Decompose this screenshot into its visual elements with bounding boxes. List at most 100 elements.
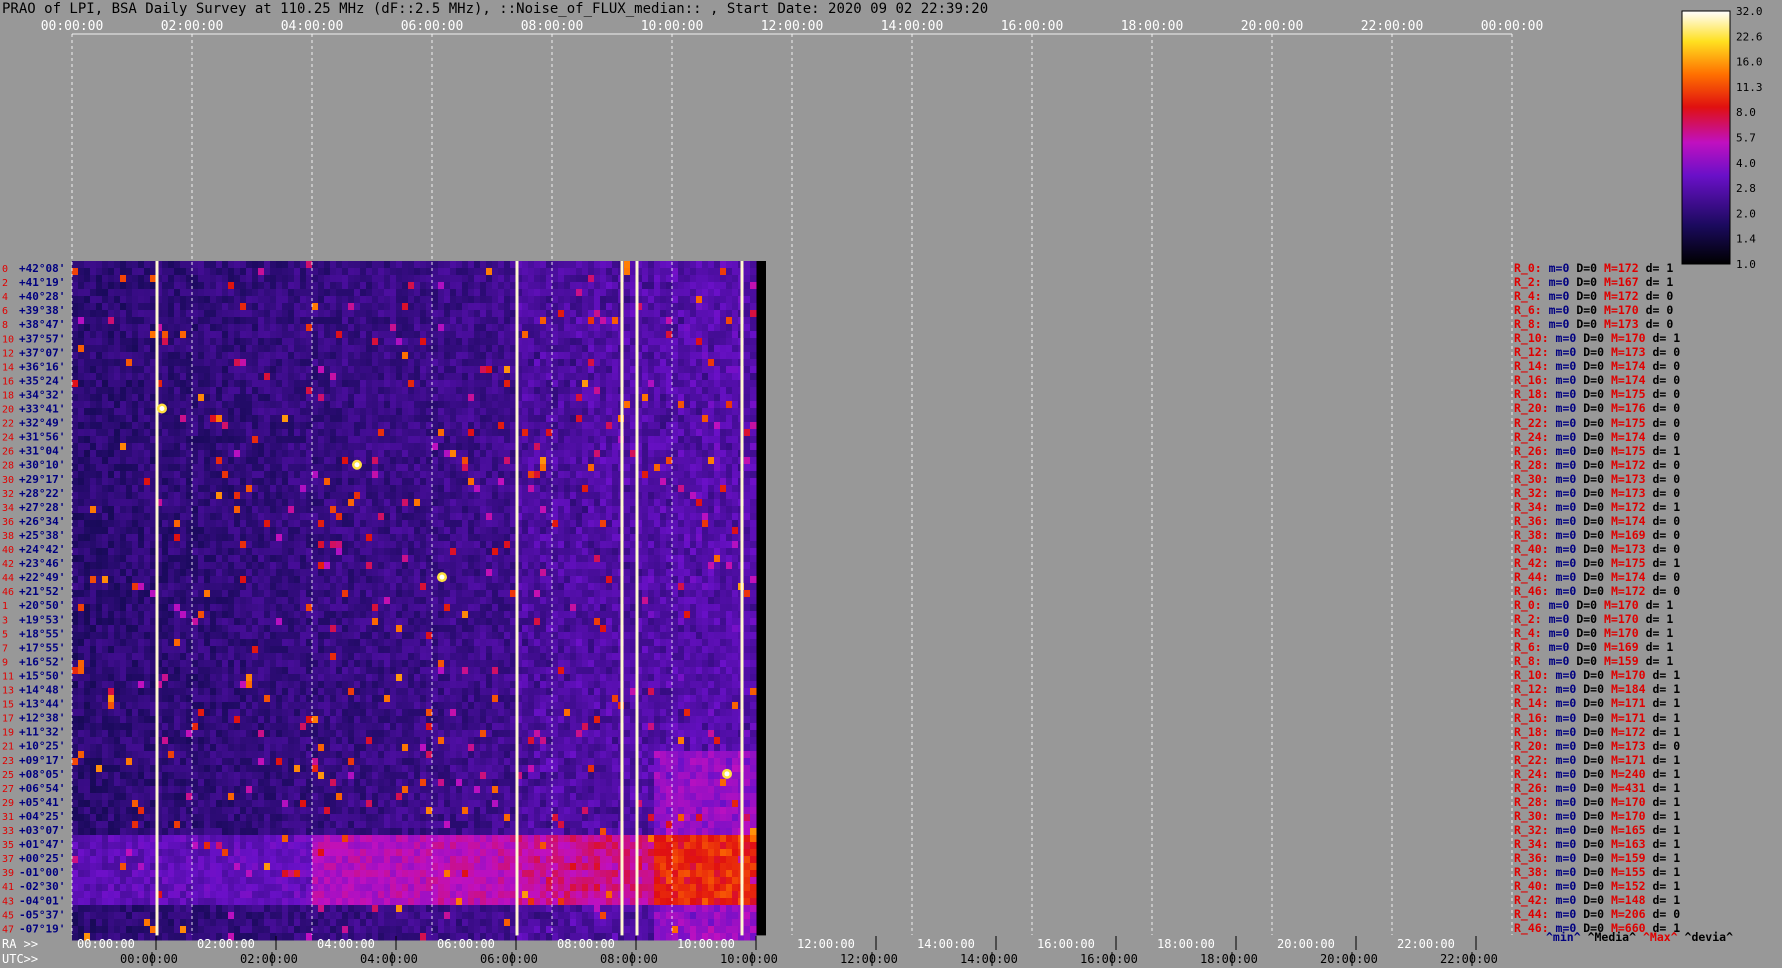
heatmap-cell — [90, 891, 97, 899]
heatmap-cell — [372, 800, 379, 808]
heatmap-cell — [360, 282, 367, 290]
heatmap-cell — [210, 723, 217, 731]
heatmap-cell — [162, 464, 169, 472]
heatmap-cell — [108, 485, 115, 493]
heatmap-cell — [270, 555, 277, 563]
heatmap-cell — [210, 737, 217, 745]
heatmap-cell — [132, 905, 139, 913]
heatmap-cell — [96, 303, 103, 311]
heatmap-cell — [126, 891, 133, 899]
heatmap-cell — [300, 310, 307, 318]
heatmap-cell — [360, 737, 367, 745]
heatmap-cell — [192, 296, 199, 304]
heatmap-cell — [312, 590, 319, 598]
heatmap-cell — [252, 275, 259, 283]
heatmap-cell — [312, 562, 319, 570]
heatmap-cell — [210, 569, 217, 577]
heatmap-cell — [204, 261, 211, 269]
heatmap-cell — [300, 688, 307, 696]
heatmap-cell — [336, 779, 343, 787]
heatmap-cell — [72, 737, 79, 745]
heatmap-cell — [72, 695, 79, 703]
heatmap-cell — [168, 828, 175, 836]
heatmap-cell — [252, 303, 259, 311]
heatmap-cell — [288, 394, 295, 402]
heatmap-cell — [324, 471, 331, 479]
heatmap-cell — [96, 408, 103, 416]
heatmap-cell — [276, 604, 283, 612]
heatmap-cell — [234, 919, 241, 927]
heatmap-cell — [270, 639, 277, 647]
heatmap-cell — [198, 856, 205, 864]
heatmap-cell — [132, 772, 139, 780]
heatmap-cell — [168, 541, 175, 549]
heatmap-cell — [90, 877, 97, 885]
heatmap-cell — [318, 401, 325, 409]
heatmap-cell — [360, 296, 367, 304]
heatmap-cell — [78, 485, 85, 493]
heatmap-cell — [180, 387, 187, 395]
heatmap-cell — [264, 478, 271, 486]
heatmap-cell — [324, 464, 331, 472]
heatmap-cell — [240, 828, 247, 836]
heatmap-cell — [84, 520, 91, 528]
heatmap-cell — [282, 366, 289, 374]
heatmap-cell — [282, 653, 289, 661]
heatmap-cell — [372, 275, 379, 283]
heatmap-cell — [228, 597, 235, 605]
heatmap-cell — [102, 751, 109, 759]
heatmap-cell — [300, 457, 307, 465]
heatmap-cell — [330, 744, 337, 752]
heatmap-cell — [108, 310, 115, 318]
heatmap-cell — [354, 534, 361, 542]
heatmap-cell — [372, 324, 379, 332]
heatmap-cell — [336, 527, 343, 535]
heatmap-cell — [318, 569, 325, 577]
heatmap-cell — [174, 709, 181, 717]
heatmap-cell — [132, 499, 139, 507]
heatmap-cell — [120, 331, 127, 339]
heatmap-cell — [318, 380, 325, 388]
heatmap-cell — [228, 863, 235, 871]
heatmap-cell — [72, 653, 79, 661]
heatmap-cell — [126, 408, 133, 416]
heatmap-cell — [318, 331, 325, 339]
heatmap-cell — [204, 807, 211, 815]
heatmap-cell — [348, 905, 355, 913]
heatmap-cell — [168, 436, 175, 444]
heatmap-cell — [108, 625, 115, 633]
heatmap-cell — [192, 408, 199, 416]
heatmap-cell — [336, 870, 343, 878]
heatmap-cell — [258, 611, 265, 619]
heatmap-cell — [234, 786, 241, 794]
heatmap-cell — [114, 555, 121, 563]
heatmap-cell — [258, 548, 265, 556]
heatmap-cell — [174, 464, 181, 472]
heatmap-cell — [210, 765, 217, 773]
heatmap-cell — [204, 674, 211, 682]
heatmap-cell — [336, 443, 343, 451]
heatmap-cell — [114, 674, 121, 682]
heatmap-cell — [324, 352, 331, 360]
heatmap-cell — [198, 828, 205, 836]
heatmap-cell — [108, 744, 115, 752]
heatmap-cell — [282, 275, 289, 283]
heatmap-cell — [114, 450, 121, 458]
heatmap-cell — [330, 919, 337, 927]
heatmap-cell — [198, 492, 205, 500]
heatmap-cell — [270, 674, 277, 682]
heatmap-cell — [330, 604, 337, 612]
heatmap-cell — [162, 415, 169, 423]
heatmap-cell — [324, 842, 331, 850]
heatmap-cell — [162, 373, 169, 381]
heatmap-cell — [90, 471, 97, 479]
heatmap-cell — [96, 485, 103, 493]
heatmap-cell — [342, 905, 349, 913]
heatmap-cell — [318, 898, 325, 906]
heatmap-cell — [258, 758, 265, 766]
heatmap-cell — [246, 338, 253, 346]
heatmap-cell — [138, 751, 145, 759]
heatmap-cell — [360, 534, 367, 542]
heatmap-cell — [378, 303, 385, 311]
heatmap-cell — [132, 268, 139, 276]
